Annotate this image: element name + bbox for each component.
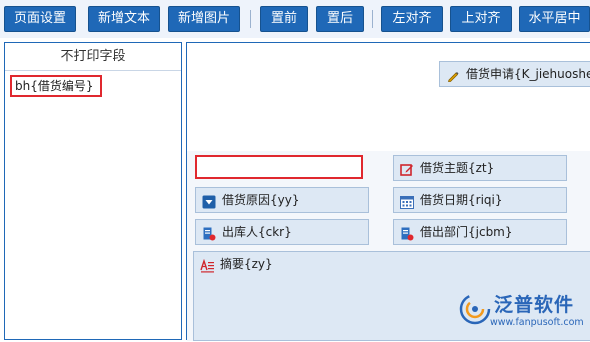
dropdown-icon: [202, 193, 216, 209]
field-label: 借货日期{riqi}: [420, 193, 503, 207]
person-doc-icon: [202, 225, 216, 241]
field-reason[interactable]: 借货原因{yy}: [195, 187, 369, 213]
panel-title: 不打印字段: [5, 43, 181, 71]
person-doc-icon: [400, 225, 414, 241]
add-image-button[interactable]: 新增图片: [168, 6, 240, 32]
toolbar-separator: [250, 10, 251, 28]
field-lending-department[interactable]: 借出部门{jcbm}: [393, 219, 567, 245]
field-label: 出库人{ckr}: [222, 225, 292, 239]
toolbar-separator: [372, 10, 373, 28]
calendar-icon: [400, 193, 414, 209]
align-left-button[interactable]: 左对齐: [381, 6, 443, 32]
logo-mark-icon: [459, 293, 491, 325]
selected-empty-field[interactable]: [195, 155, 363, 179]
text-area-icon: [200, 257, 214, 273]
logo-name: 泛普软件: [494, 294, 575, 316]
non-print-fields-panel: 不打印字段 bh{借货编号}: [4, 42, 182, 340]
field-label: 摘要{zy}: [220, 257, 273, 271]
field-label: 借出部门{jcbm}: [420, 225, 513, 239]
field-label: 借货主题{zt}: [420, 161, 495, 175]
bring-to-front-button[interactable]: 置前: [260, 6, 308, 32]
send-to-back-button[interactable]: 置后: [316, 6, 364, 32]
page-setup-button[interactable]: 页面设置: [4, 6, 76, 32]
field-subject[interactable]: 借货主题{zt}: [393, 155, 567, 181]
logo-url: www.fanpusoft.com: [490, 317, 584, 328]
header-field-label: 借货申请{K_jiehuoshe: [466, 67, 590, 81]
fanpusoft-logo: 泛普软件 www.fanpusoft.com: [458, 290, 588, 336]
toolbar: 页面设置 新增文本 新增图片 置前 置后 左对齐 上对齐 水平居中: [0, 0, 590, 38]
field-outbound-person[interactable]: 出库人{ckr}: [195, 219, 369, 245]
non-print-field-item[interactable]: bh{借货编号}: [10, 75, 102, 97]
center-horizontal-button[interactable]: 水平居中: [519, 6, 590, 32]
field-label: 借货原因{yy}: [222, 193, 300, 207]
field-date[interactable]: 借货日期{riqi}: [393, 187, 567, 213]
align-top-button[interactable]: 上对齐: [450, 6, 512, 32]
edit-icon: [400, 161, 414, 176]
pencil-icon: [446, 67, 460, 82]
add-text-button[interactable]: 新增文本: [88, 6, 160, 32]
header-field[interactable]: 借货申请{K_jiehuoshe: [439, 61, 590, 87]
